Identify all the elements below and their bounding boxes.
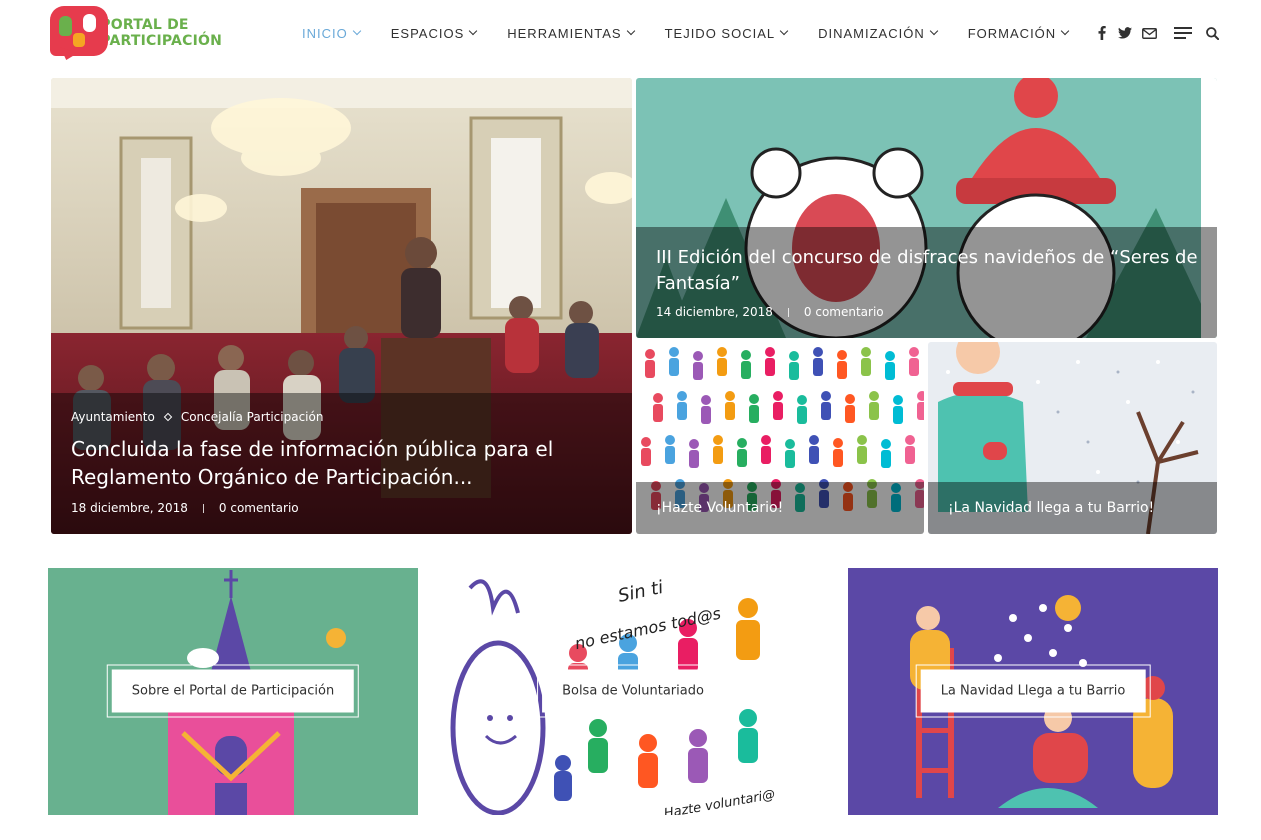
promo-label[interactable]: La Navidad Llega a tu Barrio: [915, 664, 1151, 718]
menu-icon[interactable]: [1173, 27, 1193, 39]
meta-separator: [202, 503, 204, 513]
meta-separator: [787, 307, 789, 317]
nav-item-dinamizacion[interactable]: DINAMIZACIÓN: [818, 22, 938, 44]
nav-label: ESPACIOS: [390, 25, 465, 41]
nav-item-espacios[interactable]: ESPACIOS: [390, 22, 478, 44]
featured-post-concurso[interactable]: III Edición del concurso de disfraces na…: [636, 78, 1217, 338]
chevron-down-icon: [929, 26, 938, 36]
promo-box-navidad[interactable]: La Navidad Llega a tu Barrio: [848, 568, 1218, 815]
featured-main-post[interactable]: Ayuntamiento Concejalía Participación Co…: [51, 78, 632, 534]
chevron-down-icon: [779, 26, 789, 36]
post-meta: 14 diciembre, 2018 0 comentario: [656, 305, 884, 319]
post-comments[interactable]: 0 comentario: [804, 305, 884, 319]
post-date: 18 diciembre, 2018: [71, 501, 188, 515]
nav-label: DINAMIZACIÓN: [818, 25, 925, 41]
post-title[interactable]: Concluida la fase de información pública…: [71, 435, 621, 491]
post-title[interactable]: ¡La Navidad llega a tu Barrio!: [948, 499, 1154, 517]
main-navigation: INICIO ESPACIOS HERRAMIENTAS TEJIDO SOCI…: [302, 22, 1070, 44]
chevron-down-icon: [352, 26, 361, 36]
category-link[interactable]: Ayuntamiento: [71, 410, 155, 424]
chevron-down-icon: [1060, 26, 1070, 36]
promo-box-portal[interactable]: Sobre el Portal de Participación: [48, 568, 418, 815]
nav-label: TEJIDO SOCIAL: [664, 25, 776, 41]
featured-post-voluntario[interactable]: ¡Hazte Voluntario!: [636, 342, 924, 534]
site-logo[interactable]: PORTAL DE PARTICIPACIÓN: [50, 5, 222, 63]
promo-box-voluntariado[interactable]: Sin ti no estamos tod@s Hazte voluntari@…: [448, 568, 818, 815]
post-comments[interactable]: 0 comentario: [219, 501, 299, 515]
post-meta: 18 diciembre, 2018 0 comentario: [71, 501, 299, 515]
featured-post-navidad[interactable]: ¡La Navidad llega a tu Barrio!: [928, 342, 1217, 534]
nav-item-formacion[interactable]: FORMACIÓN: [967, 22, 1070, 44]
nav-item-inicio[interactable]: INICIO: [302, 22, 361, 44]
post-categories: Ayuntamiento Concejalía Participación: [71, 410, 323, 424]
category-link[interactable]: Concejalía Participación: [181, 410, 324, 424]
search-icon[interactable]: [1205, 26, 1219, 40]
chevron-down-icon: [626, 26, 635, 36]
promo-label[interactable]: Bolsa de Voluntariado: [537, 664, 729, 718]
separator-icon: [163, 412, 173, 422]
envelope-icon[interactable]: [1141, 27, 1157, 39]
header-icons: [1096, 22, 1219, 44]
post-title[interactable]: ¡Hazte Voluntario!: [656, 499, 783, 517]
site-header: PORTAL DE PARTICIPACIÓN INICIO ESPACIOS …: [0, 0, 1261, 66]
twitter-icon[interactable]: [1117, 27, 1133, 39]
post-title[interactable]: III Edición del concurso de disfraces na…: [656, 245, 1201, 297]
promo-label[interactable]: Sobre el Portal de Participación: [106, 664, 360, 718]
nav-item-herramientas[interactable]: HERRAMIENTAS: [507, 22, 635, 44]
logo-line-1: PORTAL DE: [100, 17, 189, 33]
nav-label: FORMACIÓN: [967, 25, 1057, 41]
post-date: 14 diciembre, 2018: [656, 305, 773, 319]
nav-label: INICIO: [302, 25, 348, 41]
nav-item-tejido-social[interactable]: TEJIDO SOCIAL: [664, 22, 789, 44]
nav-label: HERRAMIENTAS: [507, 25, 622, 41]
chevron-down-icon: [469, 26, 478, 36]
facebook-icon[interactable]: [1096, 26, 1108, 40]
logo-mark: [50, 6, 108, 63]
logo-line-2: PARTICIPACIÓN: [100, 33, 222, 49]
logo-text: PORTAL DE PARTICIPACIÓN: [100, 17, 222, 49]
